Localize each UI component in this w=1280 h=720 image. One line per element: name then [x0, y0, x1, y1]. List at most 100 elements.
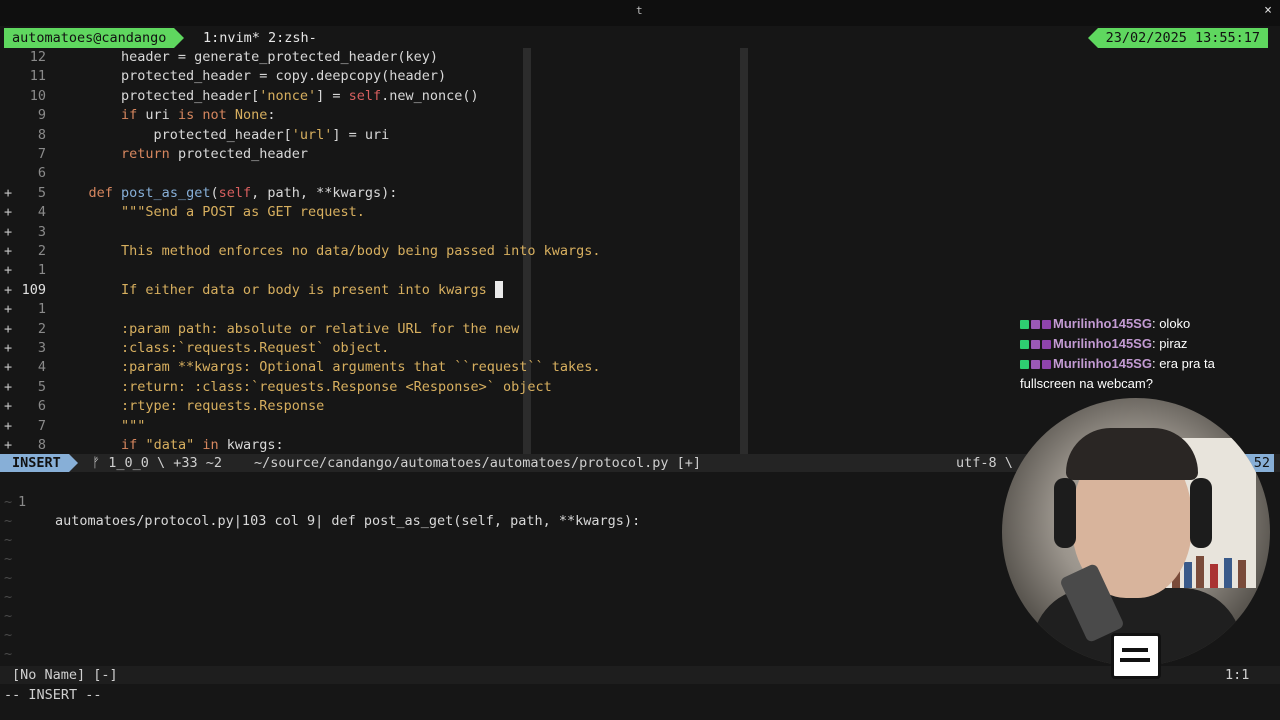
line-number: 2: [37, 320, 46, 337]
file-path: ~/source/candango/automatoes/automatoes/…: [254, 455, 702, 471]
code-token: if: [121, 437, 138, 453]
chat-badge-icon: [1020, 340, 1029, 350]
code-text[interactable]: protected_header['url'] = uri: [56, 126, 390, 145]
chat-username[interactable]: Murilinho145SG: [1053, 336, 1152, 351]
code-line[interactable]: +6 :rtype: requests.Response: [0, 397, 750, 416]
code-line[interactable]: +1: [0, 300, 750, 319]
code-line[interactable]: +2 :param path: absolute or relative URL…: [0, 320, 750, 339]
quickfix-entry[interactable]: 1 automatoes/protocol.py|103 col 9| def …: [0, 474, 640, 529]
close-icon[interactable]: ×: [1264, 3, 1272, 18]
code-text[interactable]: This method enforces no data/body being …: [56, 242, 601, 261]
stream-chat: Murilinho145SG: oloko Murilinho145SG: pir…: [1020, 314, 1270, 394]
git-sign: +: [4, 184, 13, 201]
tmux-windows[interactable]: 1:nvim* 2:zsh-: [203, 28, 317, 48]
line-number: 6: [37, 165, 46, 182]
code-line[interactable]: +109 If either data or body is present i…: [0, 281, 750, 300]
code-text[interactable]: return protected_header: [56, 145, 308, 164]
code-token: if: [121, 107, 138, 124]
code-line[interactable]: +5 def post_as_get(self, path, **kwargs)…: [0, 184, 750, 203]
line-number: 10: [29, 87, 46, 104]
code-line[interactable]: +7 """: [0, 417, 750, 436]
code-text[interactable]: def post_as_get(self, path, **kwargs):: [56, 184, 398, 203]
git-sign: +: [4, 359, 13, 376]
code-token: .new_nonce(): [381, 87, 479, 104]
code-line[interactable]: 11 protected_header = copy.deepcopy(head…: [0, 67, 750, 86]
command-line[interactable]: -- INSERT --: [4, 686, 102, 704]
chat-badge-icon: [1031, 320, 1040, 330]
code-token: def: [88, 184, 113, 201]
code-token: protected_header[: [56, 87, 260, 104]
code-text[interactable]: protected_header['nonce'] = self.new_non…: [56, 87, 479, 106]
quickfix-window[interactable]: 1 automatoes/protocol.py|103 col 9| def …: [0, 472, 750, 666]
code-text[interactable]: """: [56, 417, 145, 436]
bottom-statusline: [No Name] [-] 1:1: [0, 666, 1280, 684]
code-line[interactable]: +1: [0, 261, 750, 280]
file-encoding: utf-8 \: [956, 455, 1013, 471]
empty-line-marker: ~: [4, 646, 13, 662]
code-line[interactable]: +2 This method enforces no data/body bei…: [0, 242, 750, 261]
line-number: 9: [37, 107, 46, 124]
chat-username[interactable]: Murilinho145SG: [1053, 316, 1152, 331]
buffer-position: 1:1: [1225, 667, 1250, 683]
code-text[interactable]: """Send a POST as GET request.: [56, 203, 365, 222]
code-text[interactable]: If either data or body is present into k…: [56, 281, 503, 300]
code-line[interactable]: +8 if "data" in kwargs:: [0, 436, 750, 455]
code-token: protected_header = copy.deepcopy(header): [56, 68, 447, 85]
code-line[interactable]: 6: [0, 164, 750, 183]
code-line[interactable]: 8 protected_header['url'] = uri: [0, 126, 750, 145]
code-text[interactable]: if "data" in kwargs:: [56, 436, 284, 455]
code-text[interactable]: :param path: absolute or relative URL fo…: [56, 320, 519, 339]
code-token: return: [121, 146, 170, 162]
code-line[interactable]: +3: [0, 223, 750, 242]
empty-line-marker: ~: [4, 608, 13, 624]
code-token: """: [56, 417, 146, 434]
empty-line-marker: ~: [4, 551, 13, 567]
git-sign: +: [4, 262, 13, 279]
chat-username[interactable]: Murilinho145SG: [1053, 356, 1152, 371]
code-token: :param **kwargs: Optional arguments that…: [56, 359, 601, 376]
code-line[interactable]: 10 protected_header['nonce'] = self.new_…: [0, 87, 750, 106]
line-number: 3: [37, 340, 46, 356]
code-text[interactable]: header = generate_protected_header(key): [56, 48, 438, 67]
quickfix-text[interactable]: automatoes/protocol.py|103 col 9| def po…: [55, 512, 640, 531]
code-line[interactable]: 12 header = generate_protected_header(ke…: [0, 48, 750, 67]
code-line[interactable]: 7 return protected_header: [0, 145, 750, 164]
buffer-name: [No Name] [-]: [12, 667, 118, 683]
line-number: 5: [37, 184, 46, 201]
code-token: kwargs:: [218, 437, 284, 453]
empty-line-marker: ~: [4, 494, 13, 510]
code-token: :rtype: requests.Response: [56, 398, 325, 415]
code-editor[interactable]: 12 header = generate_protected_header(ke…: [0, 48, 750, 454]
code-token: This method enforces no data/body being …: [56, 243, 601, 259]
code-line[interactable]: +3 :class:`requests.Request` object.: [0, 339, 750, 358]
chat-text: oloko: [1159, 316, 1191, 331]
code-text[interactable]: if uri is not None:: [56, 106, 276, 125]
git-sign: +: [4, 320, 13, 337]
code-text[interactable]: :rtype: requests.Response: [56, 397, 324, 416]
code-text[interactable]: :param **kwargs: Optional arguments that…: [56, 358, 601, 377]
code-token: :: [267, 107, 276, 124]
line-number: 8: [37, 126, 46, 143]
code-text[interactable]: :return: :class:`requests.Response <Resp…: [56, 378, 552, 397]
git-sign: +: [4, 437, 13, 453]
tmux-session: automatoes@candango: [4, 28, 185, 48]
code-line[interactable]: +5 :return: :class:`requests.Response <R…: [0, 378, 750, 397]
empty-line-marker: ~: [4, 513, 13, 529]
line-number: 4: [37, 359, 46, 376]
empty-line-marker: ~: [4, 627, 13, 643]
code-token: If either data or body is present into k…: [56, 281, 495, 298]
code-text[interactable]: protected_header = copy.deepcopy(header): [56, 67, 446, 86]
chat-badge-icon: [1031, 340, 1040, 350]
code-line[interactable]: +4 """Send a POST as GET request.: [0, 203, 750, 222]
empty-line-marker: ~: [4, 532, 13, 548]
line-number: 2: [37, 243, 46, 259]
line-number: 4: [37, 204, 46, 221]
code-line[interactable]: +4 :param **kwargs: Optional arguments t…: [0, 358, 750, 377]
code-line[interactable]: 9 if uri is not None:: [0, 106, 750, 125]
line-number: 109: [21, 281, 46, 298]
code-text[interactable]: :class:`requests.Request` object.: [56, 339, 389, 358]
